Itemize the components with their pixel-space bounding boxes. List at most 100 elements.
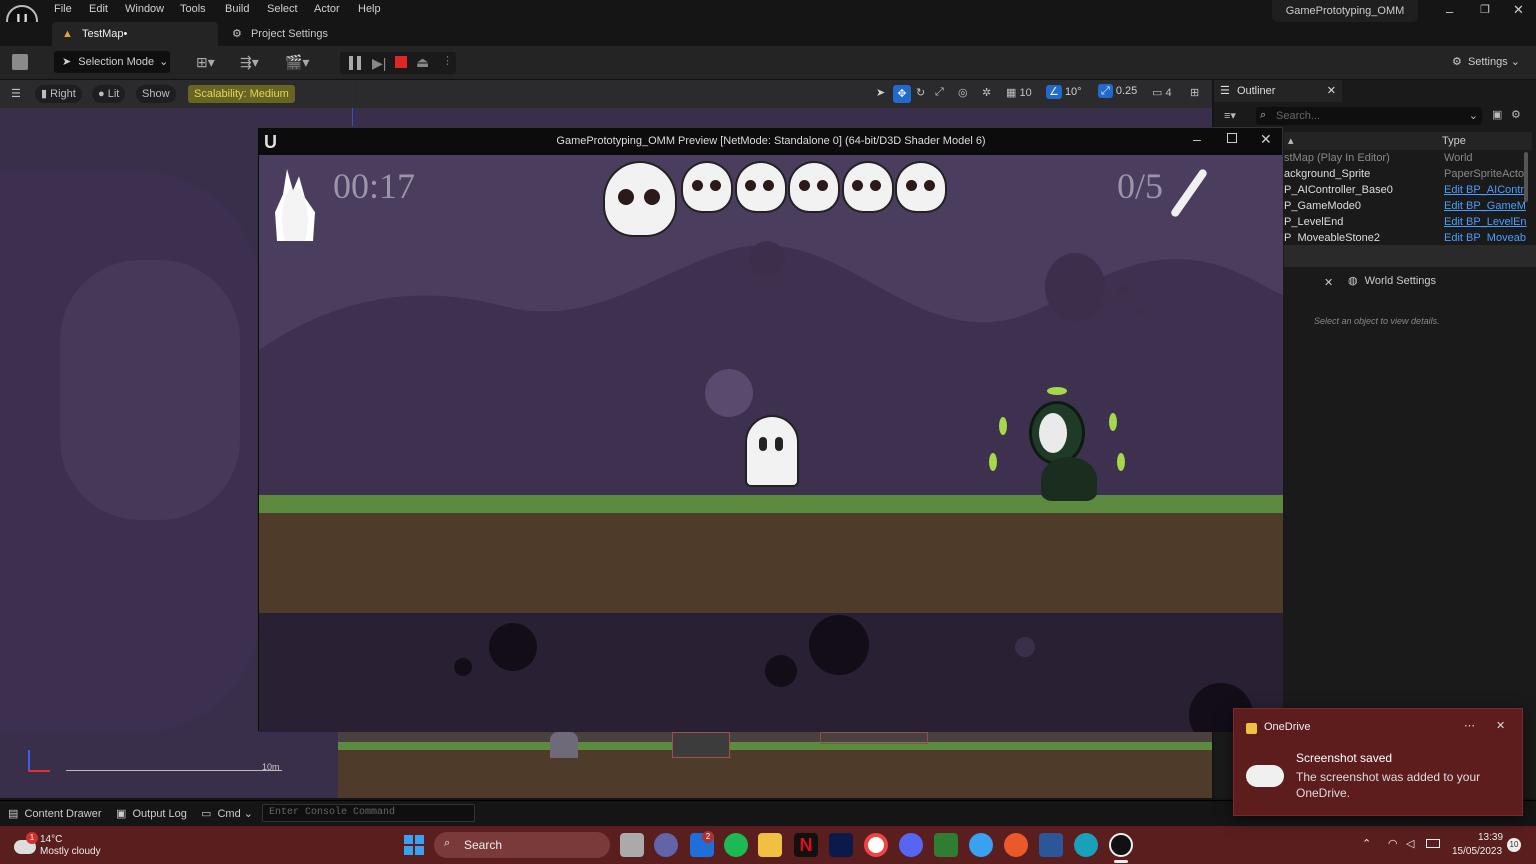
- start-button[interactable]: [404, 835, 424, 855]
- stone-sprite[interactable]: [672, 732, 730, 758]
- list-item[interactable]: ackground_Sprite PaperSpriteActo: [1284, 168, 1532, 184]
- filter-icon[interactable]: ≡▾: [1224, 109, 1236, 122]
- tab-project-settings[interactable]: ⚙ Project Settings: [222, 22, 338, 46]
- add-folder-icon[interactable]: ▣: [1492, 108, 1502, 121]
- tray-chevron-icon[interactable]: ⌃: [1362, 837, 1371, 850]
- world-space-icon[interactable]: ◎: [958, 86, 968, 99]
- spotify-icon[interactable]: [724, 833, 748, 857]
- step-icon[interactable]: ▶|: [372, 55, 386, 72]
- game-preview-window[interactable]: U GamePrototyping_OMM Preview [NetMode: …: [257, 127, 1283, 732]
- type-column-header[interactable]: Type: [1442, 135, 1466, 147]
- word-icon[interactable]: [1039, 833, 1063, 857]
- list-item[interactable]: P_AIController_Base0 Edit BP_AIContr: [1284, 184, 1532, 200]
- netflix-icon[interactable]: N: [794, 833, 818, 857]
- google-chrome-icon[interactable]: [864, 833, 888, 857]
- window-close-button[interactable]: ✕: [1260, 131, 1272, 148]
- list-item[interactable]: P_GameMode0 Edit BP_GameM: [1284, 200, 1532, 216]
- menu-help[interactable]: Help: [358, 3, 381, 15]
- tombstone-sprite[interactable]: [550, 732, 578, 758]
- cortana-icon[interactable]: [969, 833, 993, 857]
- menu-build[interactable]: Build: [225, 3, 249, 15]
- cmd-dropdown[interactable]: ▭ Cmd ⌄: [201, 807, 253, 820]
- battery-icon[interactable]: [1426, 839, 1440, 848]
- rotation-snap-button[interactable]: ∠ 10°: [1046, 85, 1082, 99]
- content-drawer-button[interactable]: ▤ Content Drawer: [8, 807, 102, 820]
- taskbar-search[interactable]: ⌕ Search: [434, 832, 610, 858]
- outliner-scrollbar[interactable]: [1524, 152, 1528, 202]
- wifi-icon[interactable]: ◠: [1388, 837, 1398, 850]
- close-button[interactable]: ✕: [1513, 2, 1524, 18]
- task-view-icon[interactable]: [620, 833, 644, 857]
- menu-file[interactable]: File: [54, 3, 72, 15]
- menu-select[interactable]: Select: [267, 3, 298, 15]
- toast-close-icon[interactable]: ✕: [1496, 719, 1505, 732]
- camera-speed-button[interactable]: ▭ 4: [1152, 86, 1172, 99]
- item-type-link[interactable]: Edit BP_LevelEn: [1444, 216, 1527, 228]
- rotate-tool-icon[interactable]: ↻: [916, 86, 925, 99]
- fence-sprite[interactable]: [820, 732, 928, 744]
- file-explorer-icon[interactable]: [758, 833, 782, 857]
- view-mode-button[interactable]: ▮ Right: [35, 85, 82, 103]
- onedrive-toast[interactable]: OneDrive ⋯ ✕ Screenshot saved The screen…: [1233, 708, 1523, 816]
- volume-icon[interactable]: ◁: [1406, 837, 1414, 850]
- item-type-link[interactable]: Edit BP_Moveab: [1444, 232, 1526, 242]
- menu-tools[interactable]: Tools: [180, 3, 206, 15]
- ea-app-icon[interactable]: [1004, 833, 1028, 857]
- outliner-search-box[interactable]: ⌕ Search... ⌄: [1256, 107, 1482, 125]
- list-item[interactable]: P_MoveableStone2 Edit BP_Moveab: [1284, 232, 1532, 242]
- viewport-menu-icon[interactable]: ☰: [11, 87, 21, 100]
- menu-actor[interactable]: Actor: [314, 3, 340, 15]
- outliner-search-input[interactable]: Search...: [1276, 110, 1320, 122]
- world-settings-tab[interactable]: ◍ World Settings: [1342, 270, 1462, 292]
- clock-date[interactable]: 15/05/2023: [1452, 846, 1502, 857]
- outliner-settings-icon[interactable]: ⚙: [1511, 108, 1521, 121]
- discord-icon[interactable]: [899, 833, 923, 857]
- classroom-icon[interactable]: [934, 833, 958, 857]
- window-maximize-button[interactable]: [1227, 133, 1237, 143]
- grid-snap-button[interactable]: ▦ 10: [1006, 86, 1032, 99]
- select-tool-icon[interactable]: ➤: [876, 86, 885, 99]
- menu-window[interactable]: Window: [125, 3, 164, 15]
- add-actor-icon[interactable]: ⊞▾: [196, 54, 215, 71]
- scalability-badge[interactable]: Scalability: Medium: [188, 85, 295, 103]
- blueprint-icon[interactable]: ⇶▾: [240, 54, 259, 71]
- unreal-editor-icon[interactable]: [1109, 833, 1133, 857]
- disney-plus-icon[interactable]: [829, 833, 853, 857]
- clock-time[interactable]: 13:39: [1478, 832, 1503, 843]
- item-type-link[interactable]: Edit BP_GameM: [1444, 200, 1526, 212]
- eject-icon[interactable]: ⏏: [416, 54, 429, 71]
- toast-more-icon[interactable]: ⋯: [1464, 719, 1475, 732]
- move-tool-icon[interactable]: ✥: [893, 85, 911, 103]
- tab-testmap[interactable]: ▲ TestMap•: [52, 22, 218, 46]
- minimize-button[interactable]: –: [1446, 4, 1453, 19]
- outliner-tab[interactable]: ☰ Outliner ✕: [1214, 80, 1342, 102]
- stop-icon[interactable]: [395, 56, 407, 68]
- window-minimize-button[interactable]: –: [1193, 131, 1201, 147]
- notification-count-badge[interactable]: 10: [1507, 838, 1521, 852]
- list-item[interactable]: P_LevelEnd Edit BP_LevelEn: [1284, 216, 1532, 232]
- teams-icon[interactable]: [654, 833, 678, 857]
- scale-snap-button[interactable]: ⤢ 0.25: [1098, 84, 1137, 98]
- sort-icon[interactable]: ▴: [1288, 134, 1294, 147]
- lit-button[interactable]: ● Lit: [92, 85, 126, 103]
- list-item[interactable]: stMap (Play In Editor) World: [1284, 152, 1532, 168]
- menu-edit[interactable]: Edit: [89, 3, 108, 15]
- edge-icon[interactable]: [1074, 833, 1098, 857]
- show-button[interactable]: Show: [136, 85, 176, 103]
- restore-button[interactable]: ❐: [1480, 3, 1490, 16]
- layout-icon[interactable]: ⊞: [1190, 86, 1199, 99]
- cinematics-icon[interactable]: 🎬▾: [285, 54, 309, 71]
- scale-tool-icon[interactable]: ⤢: [935, 86, 944, 99]
- save-icon[interactable]: [12, 54, 28, 70]
- game-view[interactable]: 00:17 0/5: [259, 155, 1283, 732]
- weather-widget[interactable]: 1 14°C Mostly cloudy: [12, 830, 142, 860]
- console-input[interactable]: Enter Console Command: [262, 804, 475, 822]
- pause-icon[interactable]: [349, 56, 361, 70]
- item-type-link[interactable]: Edit BP_AIContr: [1444, 184, 1524, 196]
- details-tab-close[interactable]: ✕: [1324, 276, 1333, 289]
- settings-button[interactable]: ⚙ Settings ⌄: [1452, 55, 1520, 68]
- selection-mode-dropdown[interactable]: ➤ Selection Mode ⌄: [54, 51, 170, 73]
- more-options-icon[interactable]: ⋮: [442, 54, 453, 67]
- output-log-button[interactable]: ▣ Output Log: [116, 807, 187, 820]
- close-icon[interactable]: ✕: [1327, 80, 1336, 102]
